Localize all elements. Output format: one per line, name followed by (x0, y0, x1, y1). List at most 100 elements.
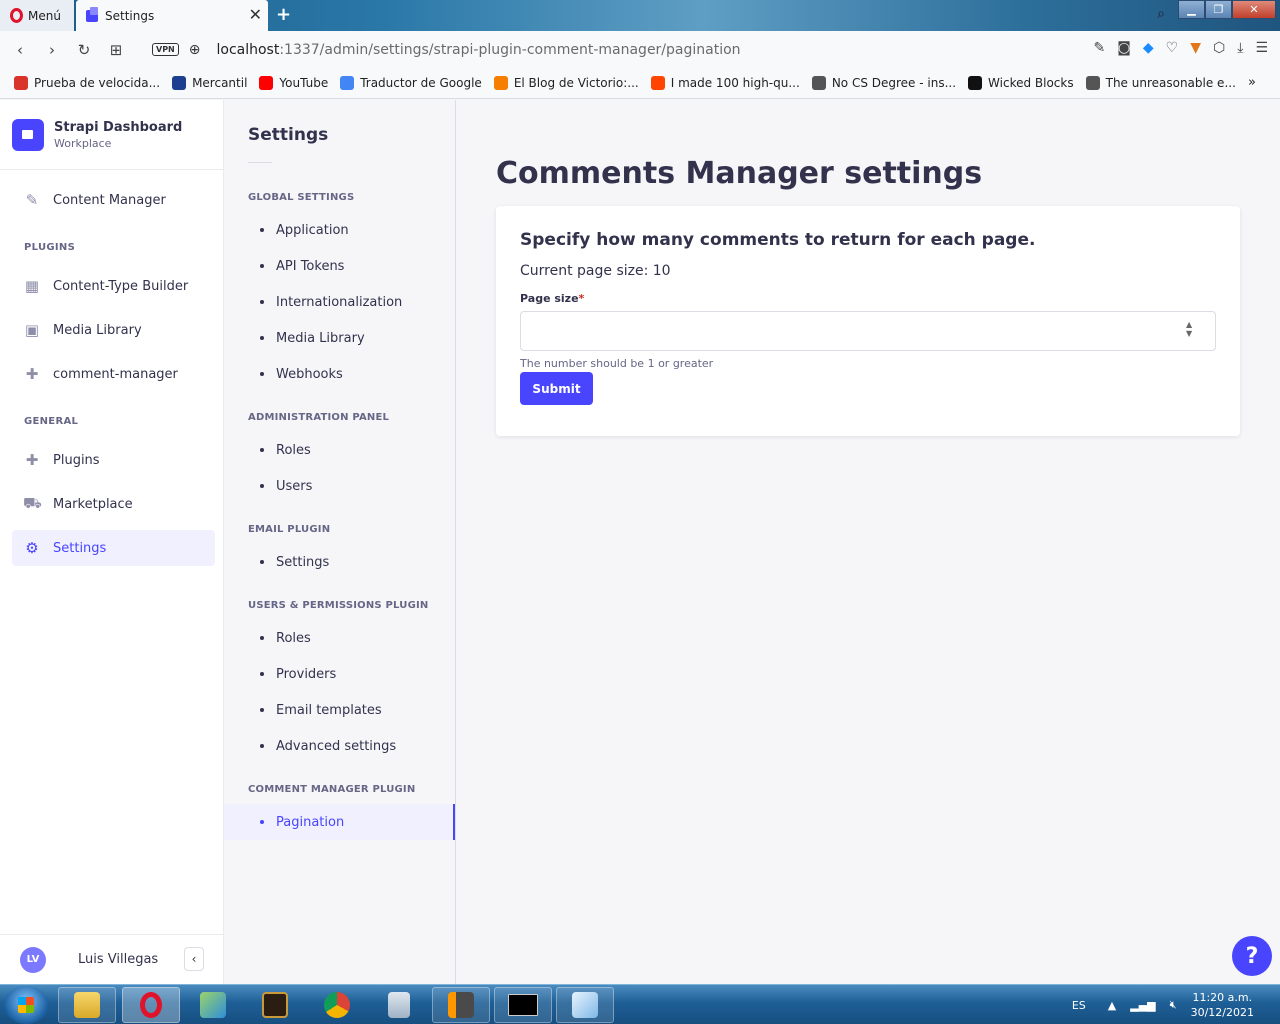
nav-content-manager[interactable]: ✎ Content Manager (12, 182, 215, 218)
back-icon[interactable]: ‹ (4, 41, 36, 59)
taskbar-sublime[interactable] (432, 987, 490, 1023)
bookmark-item[interactable]: The unreasonable e... (1085, 76, 1236, 90)
url-field[interactable]: localhost:1337/admin/settings/strapi-plu… (216, 42, 740, 58)
camera-icon[interactable]: ◙ (1117, 40, 1131, 56)
tab-close-icon[interactable]: ✕ (249, 6, 262, 24)
nav-media-library[interactable]: ▣ Media Library (12, 312, 215, 348)
sub-item-admin-roles[interactable]: Roles (224, 432, 455, 468)
page-size-input[interactable] (520, 311, 1216, 351)
windows-logo-icon (18, 997, 34, 1013)
taskbar-chrome[interactable] (308, 987, 366, 1023)
decrement-icon[interactable]: ▼ (1186, 329, 1192, 338)
nav-comment-manager[interactable]: ✚ comment-manager (12, 356, 215, 392)
tray-arrow-icon[interactable]: ▲ (1108, 999, 1116, 1012)
rl-icon (262, 992, 288, 1018)
sub-item-webhooks[interactable]: Webhooks (224, 356, 455, 392)
taskbar-cmd[interactable] (494, 987, 552, 1023)
sublime-icon (448, 992, 474, 1018)
strapi-logo-icon (12, 118, 44, 151)
gear-icon: ⚙ (25, 539, 39, 557)
browser-tab-bar: Menú Settings ✕ + ⌕ ▁ ❐ ✕ (0, 0, 1280, 31)
signal-icon[interactable]: ▂▄▆ (1130, 999, 1155, 1012)
number-stepper[interactable]: ▲ ▼ (1186, 320, 1192, 338)
help-button[interactable]: ? (1232, 936, 1272, 976)
shield-icon[interactable]: ◆ (1143, 40, 1154, 56)
opera-menu-button[interactable]: Menú (0, 0, 74, 31)
restore-button[interactable]: ❐ (1205, 0, 1232, 19)
sub-item-email-settings[interactable]: Settings (224, 544, 455, 580)
nav-section-general: GENERAL (24, 416, 79, 427)
sub-item-media-library[interactable]: Media Library (224, 320, 455, 356)
bookmark-item[interactable]: Mercantil (172, 76, 247, 90)
nav-plugins[interactable]: ✚ Plugins (12, 442, 215, 478)
tab-settings[interactable]: Settings ✕ (76, 0, 268, 31)
sub-item-providers[interactable]: Providers (224, 656, 455, 692)
nav-settings[interactable]: ⚙ Settings (12, 530, 215, 566)
brand-header: Strapi Dashboard Workplace (0, 100, 223, 170)
bookmark-item[interactable]: Prueba de velocida... (14, 76, 160, 90)
minimize-button[interactable]: ▁ (1178, 0, 1205, 19)
sub-item-api-tokens[interactable]: API Tokens (224, 248, 455, 284)
language-indicator[interactable]: ES (1072, 999, 1086, 1012)
more-bookmarks-icon[interactable]: » (1248, 75, 1256, 90)
sub-item-email-templates[interactable]: Email templates (224, 692, 455, 728)
user-name[interactable]: Luis Villegas (78, 952, 158, 967)
taskbar-app-4[interactable] (246, 987, 304, 1023)
address-bar-actions: ✎ ◙ ◆ ♡ ▼ ⬡ ⤓ ☰ (1094, 40, 1268, 56)
bookmark-favicon-icon (1085, 76, 1100, 90)
nav-content-manager-label: Content Manager (53, 192, 166, 208)
sub-item-application[interactable]: Application (224, 212, 455, 248)
speed-dial-icon[interactable]: ⊞ (100, 41, 132, 59)
bookmark-item[interactable]: I made 100 high-qu... (650, 76, 800, 90)
puzzle-icon: ✚ (25, 365, 39, 383)
cube-icon[interactable]: ⬡ (1213, 40, 1225, 56)
nav-content-type-builder[interactable]: ▦ Content-Type Builder (12, 268, 215, 304)
sub-item-label: Users (276, 478, 313, 494)
new-tab-button[interactable]: + (276, 4, 291, 25)
bookmark-item[interactable]: Wicked Blocks (968, 76, 1074, 90)
sub-item-pagination[interactable]: Pagination (224, 804, 455, 840)
sub-item-advanced-settings[interactable]: Advanced settings (224, 728, 455, 764)
volume-muted-icon[interactable]: 🔇︎ (1170, 998, 1177, 1012)
tab-search-icon[interactable]: ⌕ (1157, 6, 1165, 22)
settings-nav-divider (248, 162, 272, 163)
increment-icon[interactable]: ▲ (1186, 320, 1192, 329)
sub-item-internationalization[interactable]: Internationalization (224, 284, 455, 320)
submit-button[interactable]: Submit (520, 372, 593, 405)
sub-item-admin-users[interactable]: Users (224, 468, 455, 504)
metamask-icon[interactable]: ▼ (1190, 40, 1201, 56)
start-button[interactable] (4, 986, 48, 1024)
taskbar-calculator[interactable] (370, 987, 428, 1023)
bookmark-favicon-icon (14, 76, 28, 90)
sub-item-label: Providers (276, 666, 337, 682)
edit-icon[interactable]: ✎ (1094, 40, 1106, 56)
download-icon[interactable]: ⤓ (1237, 40, 1243, 56)
current-page-size: Current page size: 10 (520, 263, 671, 279)
reload-icon[interactable]: ↻ (68, 41, 100, 59)
forward-icon[interactable]: › (36, 41, 68, 59)
bookmark-item[interactable]: Traductor de Google (340, 76, 482, 90)
window-controls: ▁ ❐ ✕ (1178, 0, 1276, 19)
bookmark-item[interactable]: El Blog de Victorio:... (493, 76, 639, 90)
sub-item-up-roles[interactable]: Roles (224, 620, 455, 656)
taskbar-app-3[interactable] (184, 987, 242, 1023)
taskbar-app-9[interactable] (556, 987, 614, 1023)
window-close-button[interactable]: ✕ (1232, 0, 1276, 19)
bookmark-item[interactable]: No CS Degree - ins... (811, 76, 956, 90)
cart-icon: ⛟ (23, 494, 42, 512)
taskbar-opera[interactable] (122, 987, 180, 1023)
heart-icon[interactable]: ♡ (1166, 40, 1179, 56)
vpn-badge[interactable]: VPN (152, 43, 179, 56)
page-title: Comments Manager settings (496, 156, 983, 191)
nav-marketplace[interactable]: ⛟ Marketplace (12, 486, 215, 522)
menu-lines-icon[interactable]: ☰ (1255, 40, 1268, 56)
taskbar-explorer[interactable] (58, 987, 116, 1023)
sub-item-label: Media Library (276, 330, 365, 346)
avatar[interactable]: LV (20, 946, 46, 973)
clock[interactable]: 11:20 a.m. 30/12/2021 (1191, 990, 1254, 1020)
collapse-nav-button[interactable]: ‹ (184, 947, 204, 971)
address-bar: ‹ › ↻ ⊞ VPN ⊕ localhost:1337/admin/setti… (0, 31, 1280, 68)
strapi-favicon-icon (86, 6, 98, 22)
sub-item-label: Email templates (276, 702, 382, 718)
bookmark-item[interactable]: YouTube (259, 76, 328, 90)
